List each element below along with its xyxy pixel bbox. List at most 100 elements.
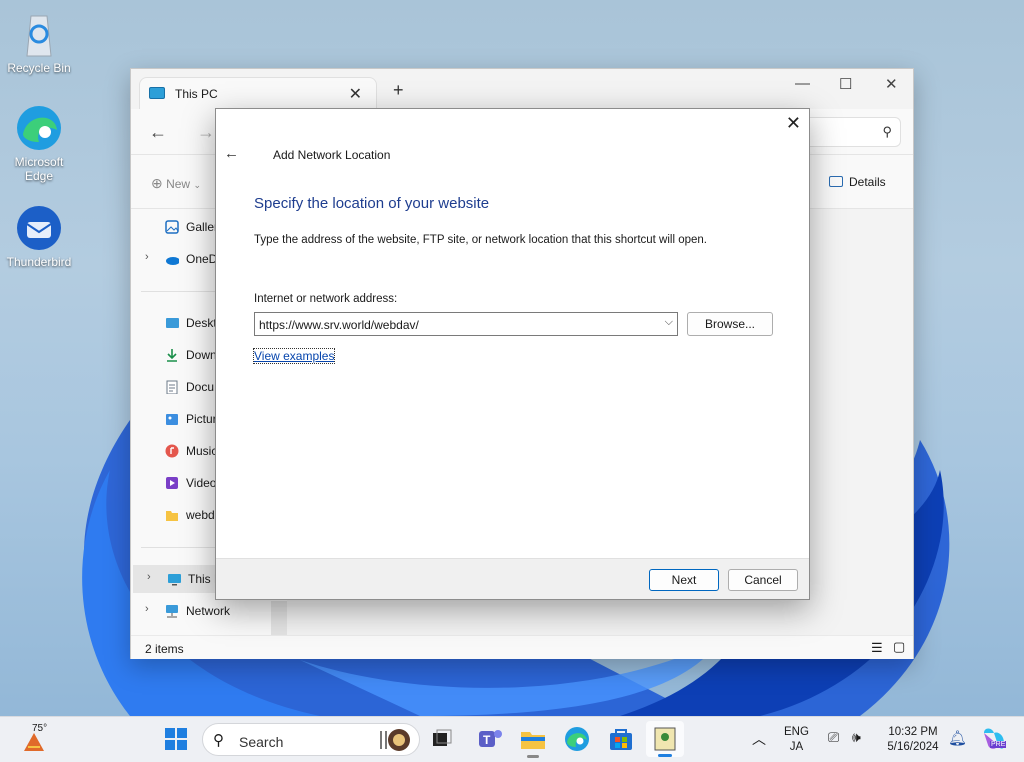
active-indicator	[658, 754, 672, 757]
videos-icon	[166, 477, 178, 489]
sidebar-item-label: Pictur	[186, 412, 217, 426]
new-tab-button[interactable]: +	[393, 80, 404, 101]
chevron-right-icon[interactable]: ›	[147, 571, 151, 583]
next-button[interactable]: Next	[649, 569, 719, 591]
view-examples-link[interactable]: View examples	[252, 348, 336, 364]
teams-button[interactable]: T	[476, 725, 504, 753]
clock[interactable]: 10:32 PM 5/16/2024	[880, 725, 946, 755]
desktop-icon-label: Microsoft Edge	[14, 155, 64, 183]
task-view-button[interactable]	[428, 725, 456, 753]
browse-button[interactable]: Browse...	[687, 312, 773, 336]
chevron-right-icon[interactable]: ›	[145, 603, 149, 615]
taskbar-search-input[interactable]: ⚲ Search	[202, 723, 420, 756]
pictures-icon	[166, 414, 178, 425]
teams-icon: T	[479, 730, 502, 747]
weather-widget[interactable]: 75°	[18, 723, 58, 757]
close-dialog-icon[interactable]: ✕	[786, 113, 801, 134]
chevron-down-icon[interactable]: ⌵	[665, 316, 673, 329]
add-network-location-dialog: ✕ ← Add Network Location Specify the loc…	[215, 108, 810, 600]
network-icon	[166, 605, 178, 618]
dialog-description: Type the address of the website, FTP sit…	[254, 234, 707, 246]
dialog-heading: Specify the location of your website	[254, 195, 490, 212]
maximize-icon[interactable]: ☐	[839, 75, 852, 93]
copilot-button[interactable]: PRE	[980, 725, 1007, 751]
back-arrow-icon[interactable]: ←	[149, 122, 167, 143]
details-pane-icon	[829, 176, 843, 187]
desktop-icon-thunderbird[interactable]: Thunderbird	[4, 204, 74, 269]
language-indicator[interactable]: ENG JA	[784, 725, 809, 755]
sidebar-item-network[interactable]: › Network	[131, 597, 287, 625]
windows-logo-icon	[165, 728, 187, 750]
start-button[interactable]	[162, 725, 190, 753]
control-panel-button[interactable]	[646, 721, 684, 757]
running-indicator	[527, 755, 539, 758]
recycle-bin-icon	[15, 10, 63, 58]
onedrive-icon	[166, 257, 179, 265]
network-status-icon[interactable]: ⎚	[828, 729, 839, 746]
tab-this-pc[interactable]: This PC ✕	[139, 77, 377, 109]
tab-title: This PC	[175, 87, 218, 101]
search-highlight-icon	[380, 729, 410, 751]
minimize-icon[interactable]: —	[795, 75, 810, 92]
thunderbird-icon	[15, 204, 63, 252]
plus-circle-icon: ⊕	[151, 175, 163, 191]
date: 5/16/2024	[887, 741, 939, 753]
notification-bell-icon[interactable]: 🔔︎	[948, 729, 967, 747]
dialog-footer: Next Cancel	[216, 558, 809, 599]
this-pc-icon	[168, 574, 181, 586]
edge-button[interactable]	[563, 725, 591, 753]
forward-arrow-icon[interactable]: →	[197, 122, 215, 143]
taskbar: 75° ⚲ Search T ︿ ENG JA ⎚ 🕪 10:32 PM 5/1…	[0, 716, 1024, 762]
keyboard-code: JA	[789, 741, 804, 753]
close-tab-icon[interactable]: ✕	[349, 84, 362, 104]
weather-temperature: 75°	[32, 723, 48, 734]
back-arrow-icon[interactable]: ←	[224, 145, 239, 162]
search-placeholder: Search	[239, 734, 284, 750]
store-icon	[610, 729, 632, 750]
chevron-down-icon: ⌄	[193, 180, 201, 190]
list-view-icon[interactable]: ☰	[871, 640, 883, 656]
desktop-icon	[166, 318, 179, 328]
sidebar-item-label: OneD	[186, 252, 218, 266]
address-combobox[interactable]: https://www.srv.world/webdav/ ⌵	[254, 312, 678, 336]
new-button[interactable]: ⊕ New ⌄	[151, 175, 201, 192]
language-code: ENG	[784, 726, 809, 738]
volume-icon[interactable]: 🕪	[852, 729, 861, 746]
desktop-icon-recycle-bin[interactable]: Recycle Bin	[4, 10, 74, 75]
details-label: Details	[849, 175, 886, 189]
downloads-icon	[167, 349, 177, 362]
tiles-view-icon[interactable]: ▢	[893, 639, 905, 655]
item-count: 2 items	[145, 642, 184, 656]
svg-text:T: T	[483, 733, 491, 747]
close-window-icon[interactable]: ✕	[885, 75, 898, 93]
sidebar-item-label: Music	[186, 444, 218, 458]
music-icon	[165, 444, 179, 458]
store-button[interactable]	[607, 725, 635, 753]
task-view-icon	[433, 729, 452, 746]
chevron-right-icon[interactable]: ›	[145, 251, 149, 263]
show-hidden-icons-chevron-icon[interactable]: ︿	[752, 729, 766, 749]
file-explorer-icon	[521, 732, 545, 749]
control-panel-icon	[654, 727, 676, 751]
edge-icon	[15, 104, 63, 152]
sidebar-item-label: Down	[186, 348, 217, 362]
sidebar-item-label: Network	[186, 604, 231, 618]
sidebar-item-label: Deskt	[186, 316, 217, 330]
sidebar-scrollbar[interactable]	[271, 601, 287, 637]
new-label: New	[166, 177, 191, 191]
time: 10:32 PM	[888, 726, 938, 738]
desktop-icon-label: Thunderbird	[6, 255, 72, 269]
search-icon: ⚲	[213, 732, 224, 749]
address-value: https://www.srv.world/webdav/	[259, 318, 419, 332]
details-button[interactable]: Details	[829, 175, 886, 189]
file-explorer-button[interactable]	[519, 725, 547, 758]
cancel-button[interactable]: Cancel	[728, 569, 798, 591]
sidebar-item-label: Galler	[186, 220, 219, 234]
desktop-icon-edge[interactable]: Microsoft Edge	[4, 104, 74, 183]
gallery-icon	[165, 220, 179, 234]
documents-icon	[166, 380, 178, 394]
address-label: Internet or network address:	[254, 293, 398, 305]
search-icon: ⚲	[882, 124, 892, 139]
sidebar-item-label: Docu	[186, 380, 215, 394]
sidebar-item-label: Video	[186, 476, 217, 490]
